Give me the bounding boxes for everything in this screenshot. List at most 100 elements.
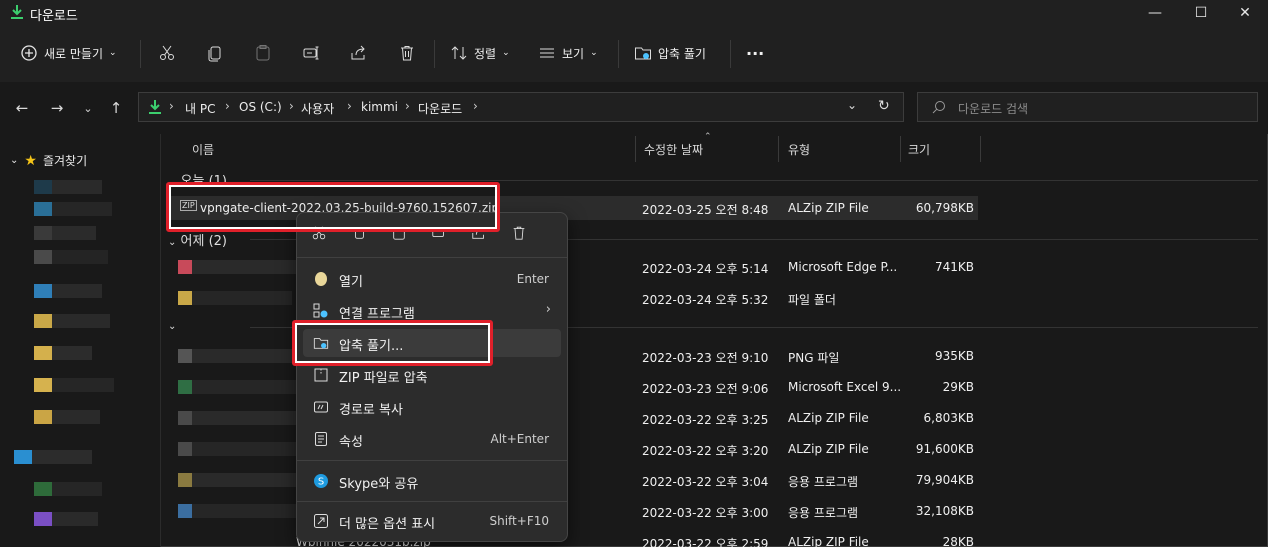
menu-divider <box>297 460 567 461</box>
file-modified: 2022-03-22 오후 2:59 <box>642 537 769 547</box>
table-row[interactable]: 2022-03-22 오후 3:25 ALZip ZIP File 6,803K… <box>168 406 978 430</box>
breadcrumb-users[interactable]: 사용자 <box>301 100 334 117</box>
up-button[interactable]: ↑ <box>104 96 128 120</box>
sidebar-item-blurred[interactable] <box>34 346 92 360</box>
view-button[interactable]: 보기 ⌄ <box>538 38 598 68</box>
column-divider[interactable] <box>980 136 981 162</box>
share-button[interactable] <box>350 38 368 68</box>
paste-button[interactable] <box>254 38 272 68</box>
file-type: Microsoft Edge P... <box>788 260 898 274</box>
table-row[interactable]: 2022-03-23 오전 9:10 PNG 파일 935KB <box>168 344 978 368</box>
column-header-type[interactable]: 유형 <box>788 141 810 158</box>
menu-item-open[interactable]: 열기 Enter <box>303 265 561 293</box>
navigation-pane: ⌄ ★ 즐겨찾기 <box>0 134 161 547</box>
svg-text:S: S <box>318 477 324 488</box>
extract-folder-icon <box>634 44 652 62</box>
group-header-yesterday[interactable]: ⌄ 어제 (2) <box>168 230 227 249</box>
column-header-modified[interactable]: 수정한 날짜 <box>644 141 703 158</box>
new-button[interactable]: 새로 만들기 ⌄ <box>20 38 117 68</box>
file-type: PNG 파일 <box>788 351 840 365</box>
file-modified: 2022-03-24 오후 5:14 <box>642 262 769 276</box>
blurred-file-name <box>178 411 302 425</box>
column-divider[interactable] <box>900 136 901 162</box>
column-divider[interactable] <box>778 136 779 162</box>
file-size: 741KB <box>934 260 974 274</box>
cut-button[interactable] <box>158 38 176 68</box>
sort-button-label: 정렬 <box>474 46 497 61</box>
table-row[interactable]: 2022-03-24 오후 5:14 Microsoft Edge P... 7… <box>168 255 978 279</box>
menu-item-shortcut: Enter <box>516 272 549 286</box>
chevron-right-icon: › <box>545 302 551 317</box>
table-row[interactable]: 2022-03-22 오후 3:00 응용 프로그램 32,108KB <box>168 499 978 523</box>
chevron-right-icon: › <box>225 99 230 113</box>
copy-icon <box>206 44 224 62</box>
breadcrumb-kimmi[interactable]: kimmi <box>361 100 398 114</box>
navigation-bar: ← → ⌄ ↑ › 내 PC › OS (C:) › 사용자 › kimmi ›… <box>0 82 1268 134</box>
blurred-file-name <box>178 260 302 274</box>
group-header-blurred[interactable]: ⌄ <box>168 318 176 333</box>
chevron-down-icon: ⌄ <box>109 48 117 58</box>
address-history-chevron-icon[interactable]: ⌄ <box>847 98 857 112</box>
rename-button[interactable] <box>302 38 320 68</box>
column-header-name[interactable]: 이름 <box>192 141 214 158</box>
menu-item-skype-share[interactable]: S Skype와 공유 <box>303 467 561 495</box>
breadcrumb-downloads[interactable]: 다운로드 <box>418 100 462 117</box>
sort-icon <box>450 44 468 62</box>
arrow-up-icon: ↑ <box>109 99 123 117</box>
sidebar-item-blurred[interactable] <box>34 482 102 496</box>
sidebar-item-blurred[interactable] <box>34 202 112 216</box>
file-modified: 2022-03-22 오후 3:00 <box>642 506 769 520</box>
file-modified: 2022-03-25 오전 8:48 <box>642 203 769 217</box>
open-app-icon <box>313 271 329 287</box>
minimize-button[interactable]: — <box>1132 0 1178 26</box>
menu-item-properties[interactable]: 속성 Alt+Enter <box>303 425 561 453</box>
trash-icon[interactable] <box>511 225 527 244</box>
more-options-button[interactable]: ··· <box>746 38 764 68</box>
file-type: ALZip ZIP File <box>788 201 869 215</box>
breadcrumb-my-pc[interactable]: 내 PC <box>185 100 215 117</box>
close-button[interactable]: ✕ <box>1222 0 1268 26</box>
menu-item-copy-path[interactable]: 경로로 복사 <box>303 393 561 421</box>
breadcrumb-os-c[interactable]: OS (C:) <box>239 100 282 114</box>
sidebar-item-favorites[interactable]: ⌄ ★ 즐겨찾기 <box>10 152 87 169</box>
table-row[interactable]: 2022-03-24 오후 5:32 파일 폴더 <box>168 286 978 310</box>
back-button[interactable]: ← <box>10 96 34 120</box>
sort-chevron-icon: ⌃ <box>704 132 712 142</box>
menu-divider <box>297 257 567 258</box>
sidebar-item-blurred[interactable] <box>34 250 108 264</box>
column-header-size[interactable]: 크기 <box>908 141 930 158</box>
sidebar-item-blurred[interactable] <box>34 180 102 194</box>
sidebar-item-blurred[interactable] <box>34 410 100 424</box>
title-bar: 다운로드 — ☐ ✕ <box>0 0 1268 26</box>
sidebar-item-blurred[interactable] <box>34 314 110 328</box>
chevron-down-icon: ⌄ <box>168 321 177 332</box>
table-row[interactable]: 2022-03-22 오후 3:20 ALZip ZIP File 91,600… <box>168 437 978 461</box>
copy-button[interactable] <box>206 38 224 68</box>
window-title: 다운로드 <box>30 9 78 24</box>
table-row[interactable]: Wbinnie 2022031b.zip 2022-03-22 오후 2:59 … <box>168 530 978 547</box>
highlight-box-selected-file <box>166 182 500 232</box>
plus-circle-icon <box>20 44 38 62</box>
menu-item-label: 열기 <box>339 275 363 290</box>
search-box[interactable]: 다운로드 검색 <box>917 92 1258 122</box>
maximize-button[interactable]: ☐ <box>1178 0 1224 26</box>
refresh-icon[interactable]: ↻ <box>878 98 890 114</box>
address-bar[interactable]: › 내 PC › OS (C:) › 사용자 › kimmi › 다운로드 › … <box>138 92 904 122</box>
column-divider[interactable] <box>635 136 636 162</box>
toolbar-divider <box>618 40 619 68</box>
menu-item-show-more-options[interactable]: 더 많은 옵션 표시 Shift+F10 <box>303 507 561 535</box>
sidebar-item-blurred[interactable] <box>34 284 102 298</box>
recent-locations-button[interactable]: ⌄ <box>76 96 100 120</box>
table-row[interactable]: 2022-03-23 오전 9:06 Microsoft Excel 9... … <box>168 375 978 399</box>
chevron-down-icon: ⌄ <box>590 48 598 58</box>
sidebar-item-blurred[interactable] <box>34 378 114 392</box>
extract-all-button[interactable]: 압축 풀기 <box>634 38 706 68</box>
delete-button[interactable] <box>398 38 416 68</box>
sort-button[interactable]: 정렬 ⌄ <box>450 38 510 68</box>
sidebar-item-blurred[interactable] <box>14 450 92 464</box>
table-row[interactable]: 2022-03-22 오후 3:04 응용 프로그램 79,904KB <box>168 468 978 492</box>
forward-button[interactable]: → <box>45 96 69 120</box>
sidebar-item-blurred[interactable] <box>34 226 96 240</box>
sidebar-item-blurred[interactable] <box>34 512 98 526</box>
file-modified: 2022-03-23 오전 9:06 <box>642 382 769 396</box>
